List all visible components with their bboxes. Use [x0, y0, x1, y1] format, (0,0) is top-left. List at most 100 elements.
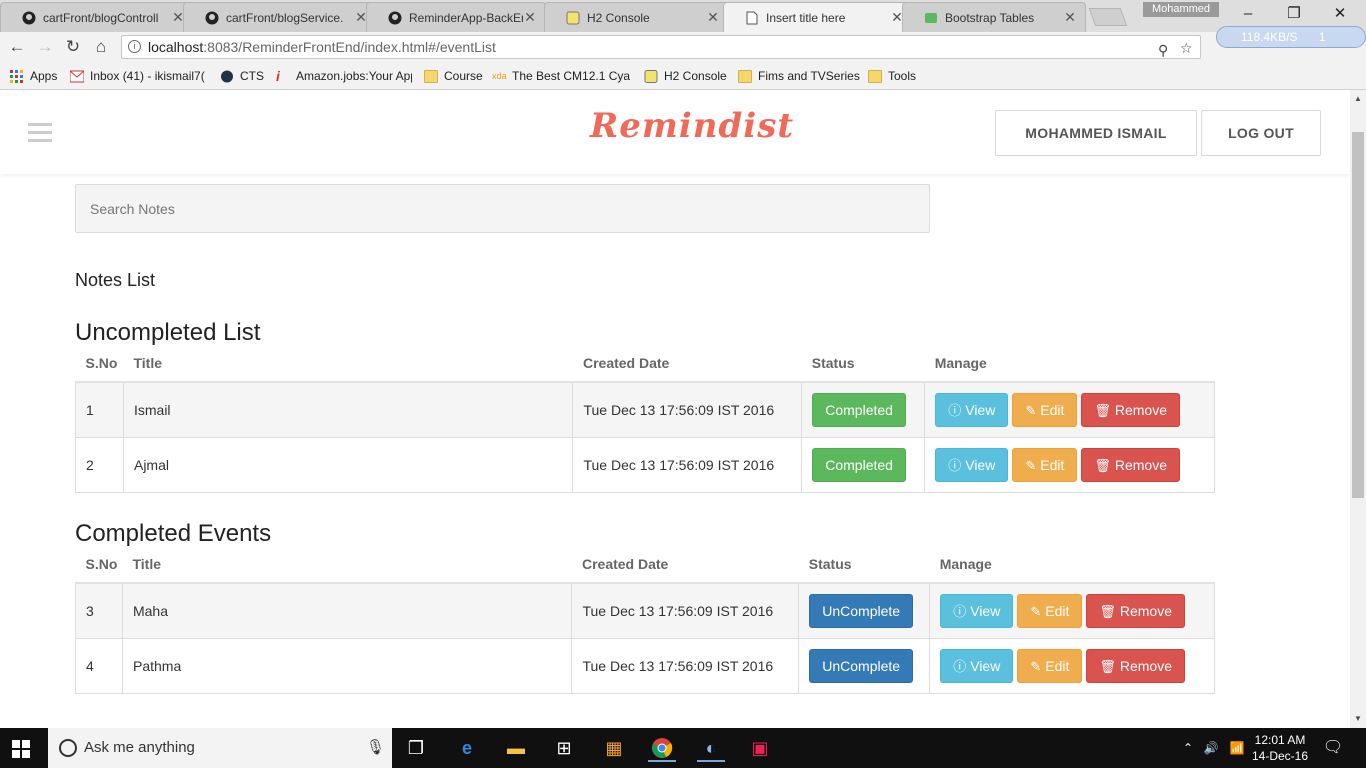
- bookmark-apps[interactable]: Apps: [10, 67, 57, 85]
- back-icon[interactable]: ←: [6, 36, 28, 58]
- amazon-icon: i: [276, 67, 280, 84]
- uncompleted-table: S.No Title Created Date Status Manage 1 …: [75, 344, 1215, 493]
- remove-button[interactable]: 🗑 Remove: [1086, 648, 1186, 683]
- browser-tab[interactable]: H2 Console ✕: [544, 2, 729, 32]
- close-icon[interactable]: ✕: [706, 9, 720, 26]
- view-label: View: [970, 657, 1001, 674]
- microphone-icon[interactable]: 🎙: [366, 728, 385, 768]
- tray-chevron-icon[interactable]: ⌃: [1180, 728, 1196, 768]
- file-explorer-icon[interactable]: ▬: [502, 734, 530, 762]
- mark-completed-button[interactable]: Completed: [812, 392, 906, 427]
- mark-completed-button[interactable]: Completed: [812, 447, 906, 482]
- scroll-down-icon[interactable]: ▼: [1350, 712, 1366, 726]
- cortana-search-box[interactable]: Ask me anything 🎙: [48, 728, 392, 768]
- browser-tab[interactable]: Bootstrap Tables ✕: [902, 2, 1086, 32]
- edit-label: Edit: [1040, 456, 1065, 473]
- speed-count: 1: [1318, 30, 1326, 44]
- notes-list-heading: Notes List: [75, 270, 156, 290]
- star-icon[interactable]: ☆: [1180, 37, 1193, 59]
- info-icon[interactable]: i: [128, 40, 141, 53]
- edit-button[interactable]: ✎ Edit: [1017, 648, 1083, 683]
- view-button[interactable]: ⓘ View: [940, 593, 1014, 628]
- bookmark-amazon[interactable]: i Amazon.jobs:Your App: [276, 67, 412, 85]
- bookmark-inbox[interactable]: Inbox (41) - ikismail7(: [70, 67, 210, 85]
- cell-manage: ⓘ View ✎ Edit 🗑 Remove: [924, 436, 1215, 493]
- profile-badge[interactable]: Mohammed: [1143, 2, 1219, 17]
- tab-label: Bootstrap Tables: [945, 10, 1035, 25]
- hamburger-menu-icon[interactable]: [28, 123, 52, 142]
- cell-created: Tue Dec 13 17:56:09 IST 2016: [571, 637, 800, 694]
- page-icon: [744, 10, 760, 26]
- reload-icon[interactable]: ↻: [62, 36, 84, 58]
- restore-icon[interactable]: ❐: [1274, 2, 1314, 26]
- info-circle-icon: ⓘ: [953, 603, 967, 619]
- view-button[interactable]: ⓘ View: [935, 392, 1009, 427]
- notifications-icon[interactable]: 🗨: [1322, 728, 1344, 768]
- store-icon[interactable]: ⊞: [550, 734, 578, 762]
- close-window-icon[interactable]: ✕: [1320, 2, 1360, 26]
- folder-icon: [868, 69, 882, 83]
- speed-extension-widget[interactable]: 118.4KB/S 1: [1216, 26, 1366, 48]
- remove-button[interactable]: 🗑 Remove: [1081, 392, 1181, 427]
- browser-tab[interactable]: cartFront/blogControll ✕: [0, 2, 194, 32]
- edit-button[interactable]: ✎ Edit: [1012, 392, 1078, 427]
- volume-icon[interactable]: 🔊: [1202, 728, 1220, 768]
- edit-icon: ✎: [1030, 658, 1042, 674]
- remove-button[interactable]: 🗑 Remove: [1081, 447, 1181, 482]
- trash-icon: 🗑: [1094, 402, 1111, 418]
- browser-tab-active[interactable]: Insert title here ✕: [723, 2, 913, 32]
- info-circle-icon: ⓘ: [953, 658, 967, 674]
- clock-time: 12:01 AM: [1254, 733, 1306, 747]
- cell-title: Ismail: [122, 381, 574, 438]
- bookmark-xda[interactable]: xda The Best CM12.1 Cyan: [492, 67, 630, 85]
- bookmark-films[interactable]: Fims and TVSeries: [738, 67, 860, 85]
- cell-sno: 4: [75, 637, 123, 694]
- task-view-icon[interactable]: ❐: [402, 734, 430, 762]
- address-bar[interactable]: i localhost:8083/ReminderFrontEnd/index.…: [121, 35, 1201, 59]
- xda-icon: xda: [492, 70, 507, 81]
- key-icon[interactable]: ⚲: [1158, 39, 1168, 61]
- scrollbar-thumb[interactable]: [1352, 132, 1364, 498]
- edit-button[interactable]: ✎ Edit: [1012, 447, 1078, 482]
- scroll-up-icon[interactable]: ▲: [1350, 92, 1366, 106]
- column-header-title: Title: [123, 344, 573, 383]
- search-notes-input[interactable]: [75, 184, 930, 233]
- browser-tab[interactable]: cartFront/blogService. ✕: [183, 2, 377, 32]
- view-button[interactable]: ⓘ View: [940, 648, 1014, 683]
- calendar-app-icon[interactable]: ▦: [600, 734, 628, 762]
- column-header-title: Title: [122, 545, 572, 584]
- brand-logo[interactable]: Remindist: [590, 106, 794, 146]
- app-icon[interactable]: ▣: [746, 734, 774, 762]
- wifi-icon[interactable]: 📶: [1228, 728, 1246, 768]
- close-icon[interactable]: ✕: [1063, 9, 1077, 26]
- windows-start-icon[interactable]: [12, 740, 30, 758]
- column-header-manage: Manage: [924, 344, 1215, 383]
- minimize-icon[interactable]: –: [1228, 2, 1268, 26]
- column-header-created: Created Date: [571, 545, 799, 584]
- trash-icon: 🗑: [1094, 457, 1111, 473]
- home-icon[interactable]: ⌂: [90, 36, 112, 58]
- remove-button[interactable]: 🗑 Remove: [1086, 593, 1186, 628]
- bookmark-tools[interactable]: Tools: [868, 67, 916, 85]
- cell-title: Maha: [121, 582, 573, 639]
- edit-button[interactable]: ✎ Edit: [1017, 593, 1083, 628]
- bookmark-cts[interactable]: CTS: [220, 67, 264, 85]
- new-tab-button[interactable]: [1088, 8, 1128, 26]
- forward-icon[interactable]: →: [34, 36, 56, 58]
- mark-uncomplete-button[interactable]: UnComplete: [809, 648, 914, 683]
- eclipse-icon[interactable]: ◐: [697, 734, 725, 762]
- bookmark-h2-console[interactable]: H2 Console: [644, 67, 727, 85]
- column-header-status: Status: [798, 545, 930, 584]
- bookmark-label: Fims and TVSeries: [758, 69, 860, 83]
- user-profile-button[interactable]: MOHAMMED ISMAIL: [995, 110, 1197, 156]
- completed-table: S.No Title Created Date Status Manage 3 …: [75, 545, 1215, 694]
- system-clock[interactable]: 12:01 AM 14-Dec-16: [1250, 732, 1310, 764]
- mark-uncomplete-button[interactable]: UnComplete: [809, 593, 914, 628]
- logout-button[interactable]: LOG OUT: [1201, 110, 1321, 156]
- view-button[interactable]: ⓘ View: [935, 447, 1009, 482]
- close-icon[interactable]: ✕: [523, 9, 537, 26]
- edge-icon[interactable]: e: [453, 734, 481, 762]
- chrome-icon[interactable]: [648, 734, 676, 762]
- bookmark-course[interactable]: Course: [424, 67, 483, 85]
- browser-tab[interactable]: ReminderApp-BackEnd ✕: [366, 2, 546, 32]
